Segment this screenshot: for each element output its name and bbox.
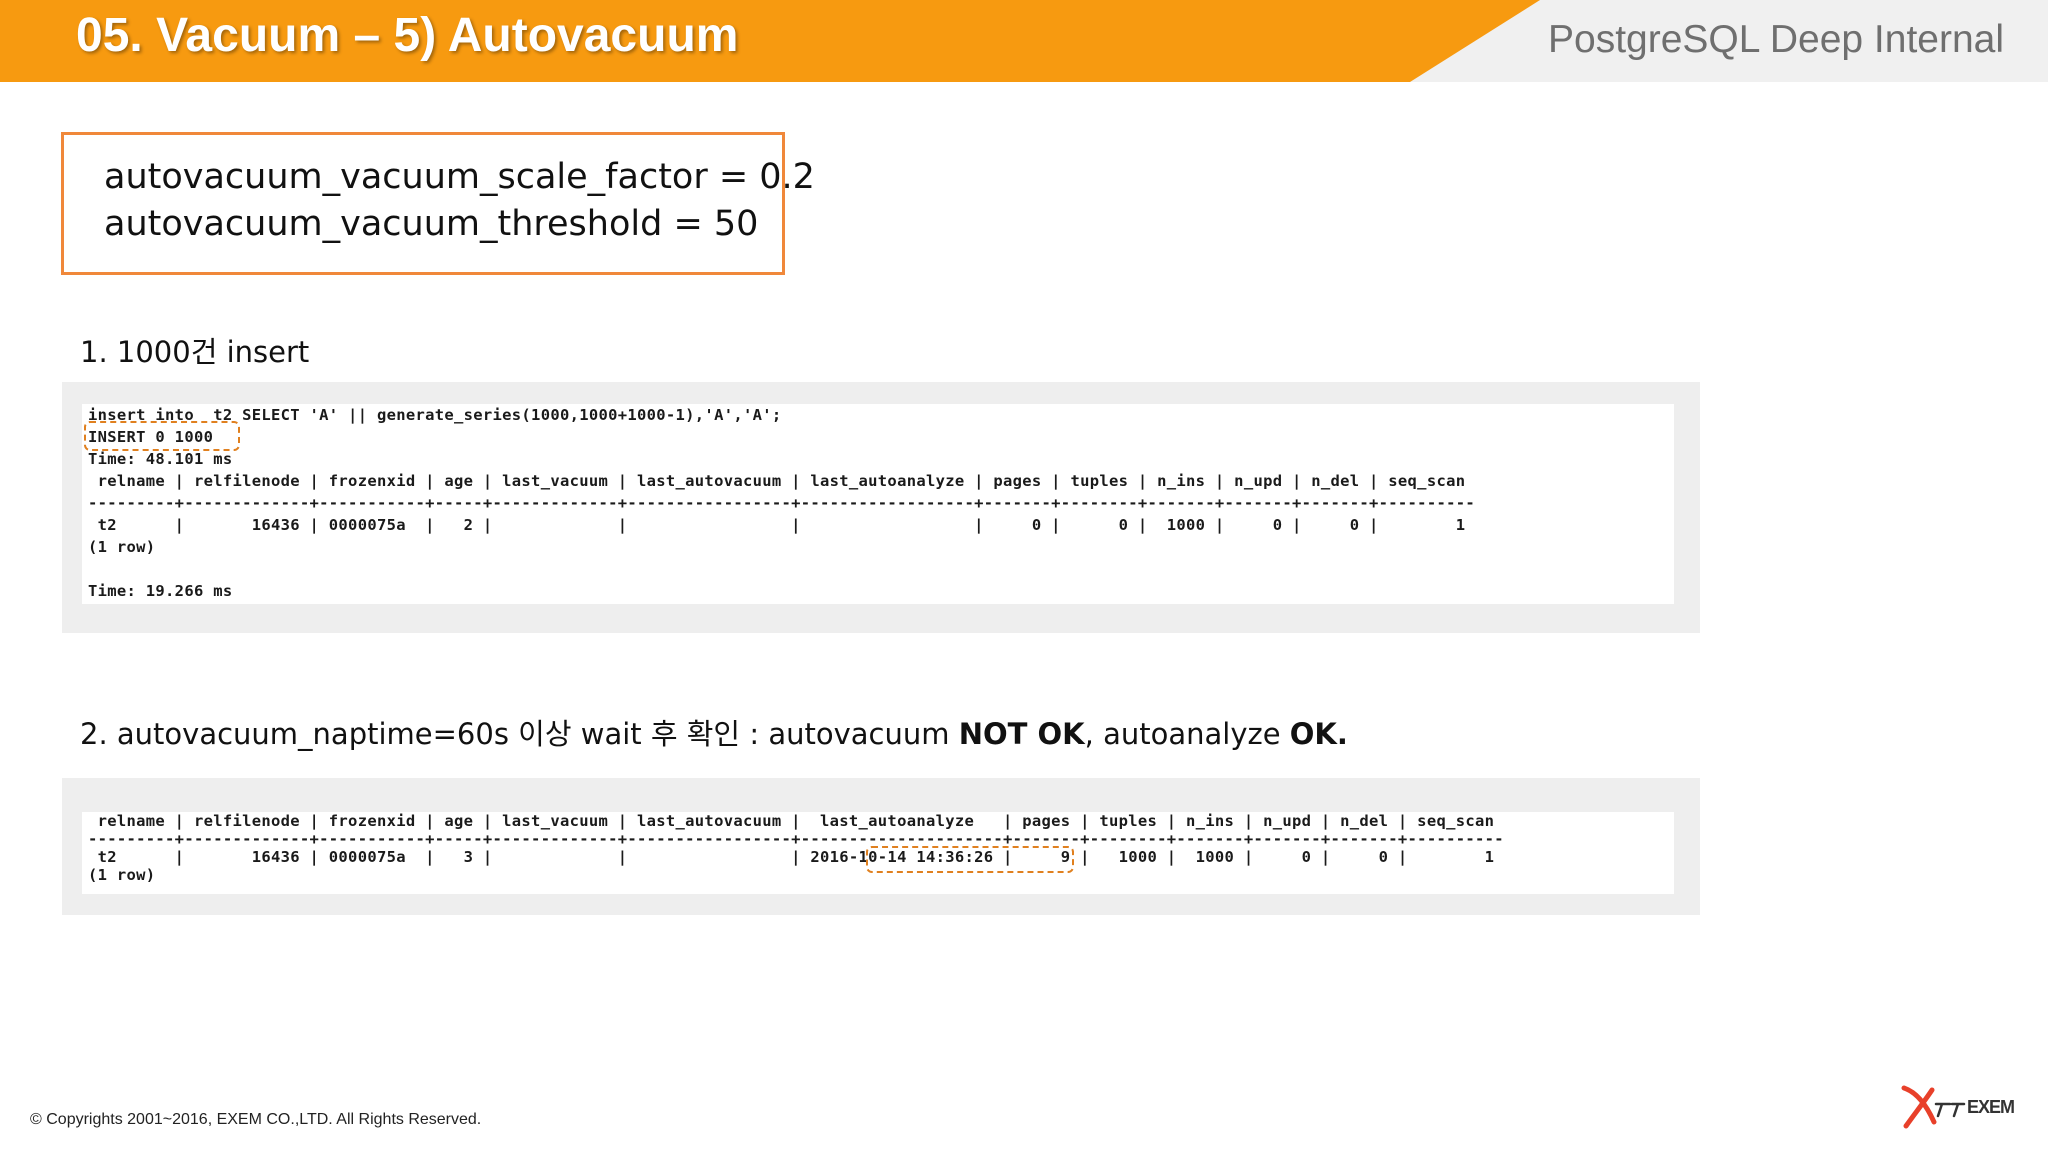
- terminal-line: relname | relfilenode | frozenxid | age …: [88, 472, 1466, 490]
- logo-text: EXEM: [1967, 1097, 2015, 1117]
- step1-terminal-panel: insert into t2 SELECT 'A' || generate_se…: [62, 382, 1700, 633]
- header-bar: 05. Vacuum – 5) Autovacuum PostgreSQL De…: [0, 0, 2048, 82]
- terminal-line: t2 | 16436 | 0000075a | 2 | | | | 0 | 0 …: [88, 516, 1466, 534]
- config-scale-factor: autovacuum_vacuum_scale_factor = 0.2: [104, 157, 815, 197]
- step2-heading: 2. autovacuum_naptime=60s 이상 wait 후 확인 :…: [80, 717, 1348, 751]
- terminal-line: t2 | 16436 | 0000075a | 3 | | | 2016-10-…: [88, 848, 1495, 866]
- page-title: 05. Vacuum – 5) Autovacuum: [76, 9, 739, 62]
- insert-result-highlight: [84, 421, 240, 451]
- autoanalyze-time-highlight: [866, 846, 1074, 873]
- step2-terminal-panel: relname | relfilenode | frozenxid | age …: [62, 778, 1700, 915]
- terminal-line: (1 row): [88, 538, 156, 556]
- step2-terminal-output: relname | relfilenode | frozenxid | age …: [82, 812, 1674, 894]
- terminal-line: relname | relfilenode | frozenxid | age …: [88, 812, 1495, 830]
- terminal-line: ---------+-------------+-----------+----…: [88, 830, 1504, 848]
- terminal-line: (1 row): [88, 866, 156, 884]
- terminal-line: ---------+-------------+-----------+----…: [88, 494, 1475, 512]
- terminal-line: Time: 19.266 ms: [88, 582, 233, 600]
- step1-terminal-output: insert into t2 SELECT 'A' || generate_se…: [82, 404, 1674, 604]
- config-threshold: autovacuum_vacuum_threshold = 50: [104, 204, 759, 244]
- step1-heading: 1. 1000건 insert: [80, 335, 310, 369]
- config-box: autovacuum_vacuum_scale_factor = 0.2 aut…: [61, 132, 815, 275]
- copyright-text: © Copyrights 2001~2016, EXEM CO.,LTD. Al…: [30, 1111, 482, 1128]
- page-subtitle: PostgreSQL Deep Internal: [1548, 18, 2004, 61]
- terminal-line: Time: 48.101 ms: [88, 450, 233, 468]
